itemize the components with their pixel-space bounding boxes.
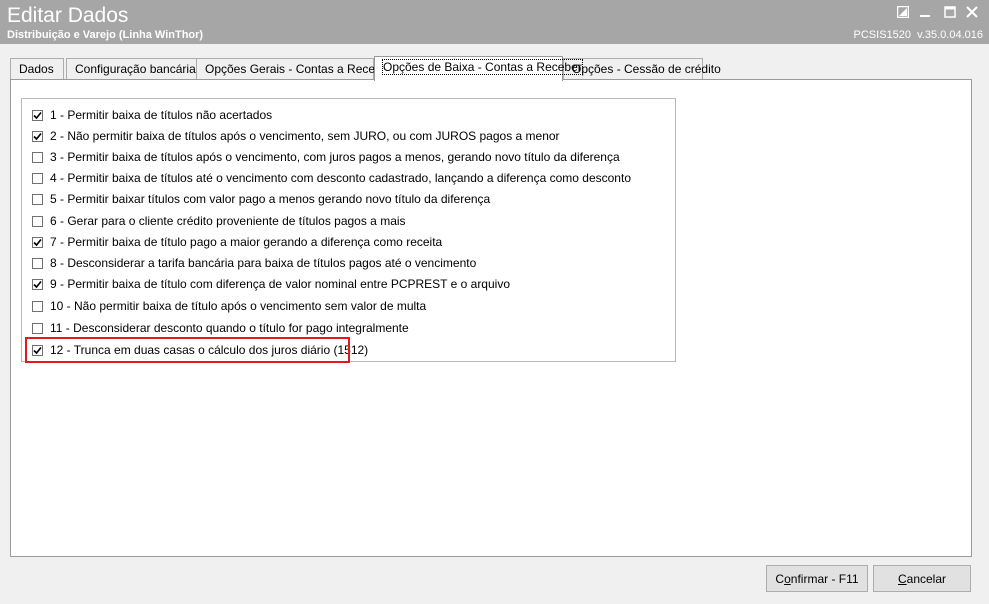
option-checkbox-5[interactable]: [32, 193, 43, 205]
confirm-button[interactable]: Co nfirmar - F11: [766, 565, 868, 592]
option-checkbox-10[interactable]: [32, 300, 43, 312]
option-label-11: 11 - Desconsiderar desconto quando o tít…: [50, 321, 409, 335]
option-checkbox-1[interactable]: [32, 109, 43, 121]
option-checkbox-4[interactable]: [32, 172, 43, 184]
option-row-2[interactable]: 2 - Não permitir baixa de títulos após o…: [32, 127, 560, 145]
option-label-9: 9 - Permitir baixa de título com diferen…: [50, 277, 510, 291]
option-checkbox-8[interactable]: [32, 257, 43, 269]
option-row-6[interactable]: 6 - Gerar para o cliente crédito proveni…: [32, 212, 406, 230]
option-checkbox-12[interactable]: [32, 344, 43, 356]
tab-dados[interactable]: Dados: [10, 58, 64, 80]
maximize-icon[interactable]: [940, 3, 960, 21]
tab-configuracao-bancaria[interactable]: Configuração bancária: [66, 58, 198, 80]
option-label-6: 6 - Gerar para o cliente crédito proveni…: [50, 214, 406, 228]
option-label-4: 4 - Permitir baixa de títulos até o venc…: [50, 171, 631, 185]
window-subtitle: Distribuição e Varejo (Linha WinThor): [7, 29, 204, 41]
option-label-8: 8 - Desconsiderar a tarifa bancária para…: [50, 256, 477, 270]
window-title: Editar Dados: [7, 4, 129, 27]
version-number: v.35.0.04.016: [917, 29, 983, 41]
tab-opcoes-de-baixa[interactable]: Opções de Baixa - Contas a Receber: [374, 56, 583, 81]
option-row-3[interactable]: 3 - Permitir baixa de títulos após o ven…: [32, 148, 620, 166]
option-checkbox-9[interactable]: [32, 278, 43, 290]
option-label-1: 1 - Permitir baixa de títulos não acerta…: [50, 108, 273, 122]
option-checkbox-11[interactable]: [32, 322, 43, 334]
option-label-7: 7 - Permitir baixa de título pago a maio…: [50, 235, 443, 249]
option-row-8[interactable]: 8 - Desconsiderar a tarifa bancária para…: [32, 254, 476, 272]
version-info: PCSIS1520 v.35.0.04.016: [854, 29, 983, 42]
options-list: 1 - Permitir baixa de títulos não acerta…: [21, 98, 676, 362]
option-checkbox-2[interactable]: [32, 130, 43, 142]
option-label-12: 12 - Trunca em duas casas o cálculo dos …: [50, 343, 369, 357]
tab-cessao-de-credito[interactable]: Opções - Cessão de crédito: [563, 58, 721, 80]
option-row-12[interactable]: 12 - Trunca em duas casas o cálculo dos …: [32, 341, 368, 359]
option-label-5: 5 - Permitir baixar títulos com valor pa…: [50, 192, 491, 206]
minimize-icon[interactable]: [915, 3, 935, 21]
option-row-4[interactable]: 4 - Permitir baixa de títulos até o venc…: [32, 169, 631, 187]
option-checkbox-7[interactable]: [32, 236, 43, 248]
option-row-11[interactable]: 11 - Desconsiderar desconto quando o tít…: [32, 319, 409, 337]
option-row-5[interactable]: 5 - Permitir baixar títulos com valor pa…: [32, 190, 490, 208]
option-checkbox-3[interactable]: [32, 151, 43, 163]
restore-icon[interactable]: [893, 3, 913, 21]
option-row-9[interactable]: 9 - Permitir baixa de título com diferen…: [32, 275, 510, 293]
option-label-2: 2 - Não permitir baixa de títulos após o…: [50, 129, 560, 143]
option-row-1[interactable]: 1 - Permitir baixa de títulos não acerta…: [32, 106, 272, 124]
option-row-10[interactable]: 10 - Não permitir baixa de título após o…: [32, 297, 426, 315]
tab-opcoes-gerais[interactable]: Opções Gerais - Contas a Receber: [196, 58, 392, 80]
title-bar: Editar Dados Distribuição e Varejo (Linh…: [0, 0, 989, 44]
option-label-3: 3 - Permitir baixa de títulos após o ven…: [50, 150, 620, 164]
option-label-10: 10 - Não permitir baixa de título após o…: [50, 299, 427, 313]
option-row-7[interactable]: 7 - Permitir baixa de título pago a maio…: [32, 233, 442, 251]
cancel-button[interactable]: Cancelar: [873, 565, 971, 592]
routine-code: PCSIS1520: [853, 29, 912, 41]
tab-panel-opcoes-de-baixa: 1 - Permitir baixa de títulos não acerta…: [10, 79, 972, 557]
close-icon[interactable]: [962, 3, 982, 21]
option-checkbox-6[interactable]: [32, 215, 43, 227]
